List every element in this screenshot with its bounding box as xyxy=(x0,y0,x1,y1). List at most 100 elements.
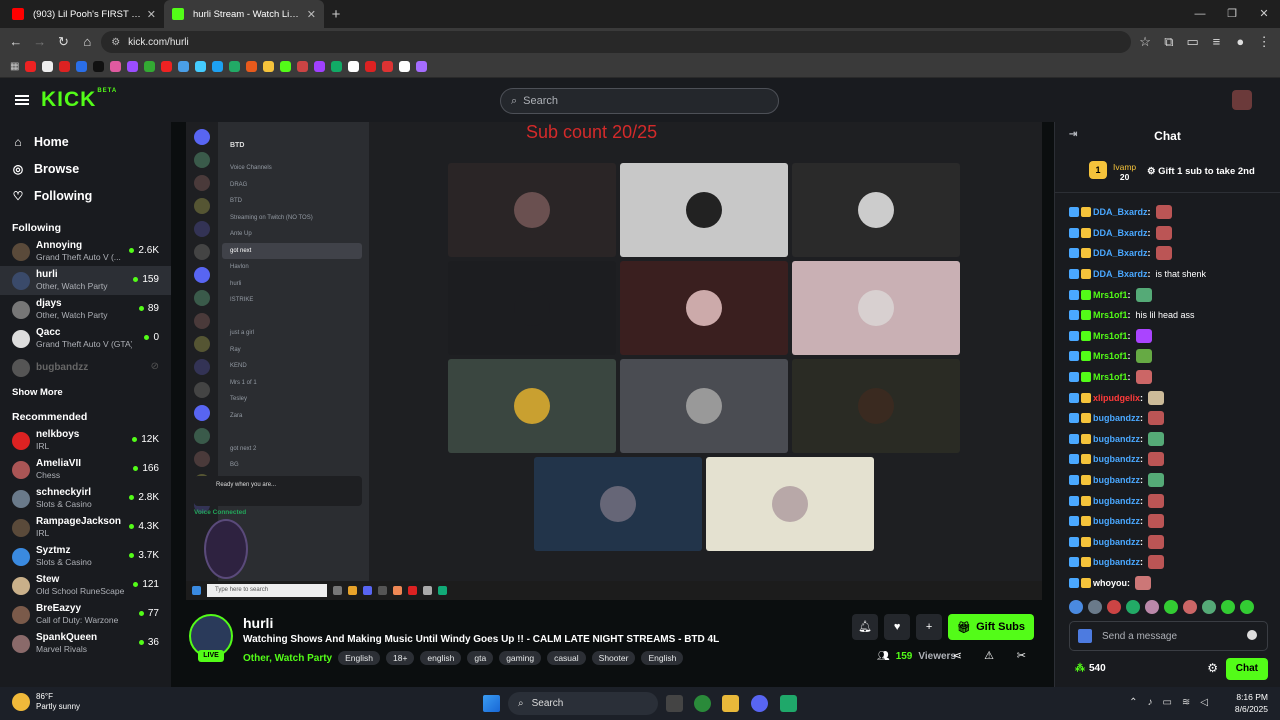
site-info-icon[interactable]: ⚙ xyxy=(111,37,120,48)
stream-tag[interactable]: gta xyxy=(467,651,494,665)
home-browser-icon[interactable]: ⌂ xyxy=(77,31,97,53)
stream-tag[interactable]: 18+ xyxy=(386,651,415,665)
reload-icon[interactable]: ↻ xyxy=(54,31,74,53)
kick-emote-icon[interactable] xyxy=(1078,629,1092,643)
bookmark-icon[interactable] xyxy=(365,61,377,72)
minimize-button[interactable]: — xyxy=(1184,0,1216,28)
bookmark-icon[interactable] xyxy=(297,61,309,72)
channel-points[interactable]: ⁂ 540 xyxy=(1075,663,1106,674)
forward-icon[interactable]: → xyxy=(30,31,50,53)
chat-username[interactable]: DDA_Bxardz: xyxy=(1093,228,1151,238)
sidebar-channel[interactable]: Qacc Grand Theft Auto V (GTA) 0 xyxy=(0,324,171,353)
clip-icon[interactable]: ✂ xyxy=(1017,649,1026,662)
kick-logo[interactable]: KICKBETA xyxy=(41,88,117,112)
new-tab-button[interactable]: + xyxy=(324,6,348,23)
nav-browse[interactable]: ◎ Browse xyxy=(0,155,171,182)
channel-name[interactable]: hurli xyxy=(243,615,273,631)
chat-username[interactable]: Mrs1of1: xyxy=(1093,290,1131,300)
sidebar-channel[interactable]: bugbandzz ⊘ xyxy=(0,353,171,382)
follow-heart-button[interactable]: ♥ xyxy=(884,614,911,640)
bookmark-icon[interactable] xyxy=(348,61,360,72)
sidebar-channel[interactable]: RampageJackson IRL 4.3K xyxy=(0,513,171,542)
browser-tab[interactable]: (903) Lil Pooh's FIRST DAY on W ✕ xyxy=(4,0,164,28)
sidebar-channel[interactable]: nelkboys IRL 12K xyxy=(0,426,171,455)
sidebar-channel[interactable]: SpankQueen Marvel Rivals 36 xyxy=(0,629,171,658)
extensions-icon[interactable]: ⧉ xyxy=(1159,31,1179,53)
chat-username[interactable]: bugbandzz: xyxy=(1093,434,1143,444)
bookmark-icon[interactable] xyxy=(93,61,105,72)
clock[interactable]: 8:16 PM 8/6/2025 xyxy=(1235,691,1268,715)
send-chat-button[interactable]: Chat xyxy=(1225,658,1268,680)
chat-username[interactable]: xlipudgelix: xyxy=(1093,393,1143,403)
bookmark-icon[interactable] xyxy=(110,61,122,72)
chat-username[interactable]: Mrs1of1: xyxy=(1093,351,1131,361)
chat-username[interactable]: bugbandzz: xyxy=(1093,557,1143,567)
stream-tag[interactable]: casual xyxy=(547,651,586,665)
add-button[interactable]: + xyxy=(916,614,943,640)
bookmark-star-icon[interactable]: ☆ xyxy=(1135,31,1155,53)
chat-username[interactable]: whoyou: xyxy=(1093,578,1130,588)
bookmark-icon[interactable] xyxy=(280,61,292,72)
close-tab-icon[interactable]: ✕ xyxy=(147,8,156,21)
chat-username[interactable]: DDA_Bxardz: xyxy=(1093,269,1151,279)
close-window-button[interactable]: ✕ xyxy=(1248,0,1280,28)
stream-category[interactable]: Other, Watch Party xyxy=(243,653,332,664)
address-bar[interactable]: ⚙ kick.com/hurli xyxy=(101,31,1132,53)
notification-bell-button[interactable]: 🔔︎ xyxy=(852,614,879,640)
bookmark-icon[interactable] xyxy=(25,61,37,72)
taskbar-search[interactable]: ⌕ Search xyxy=(508,692,658,715)
chat-username[interactable]: bugbandzz: xyxy=(1093,475,1143,485)
wifi-icon[interactable]: ≋ xyxy=(1182,697,1190,708)
bookmark-icon[interactable] xyxy=(229,61,241,72)
sidebar-channel[interactable]: Syztmz Slots & Casino 3.7K xyxy=(0,542,171,571)
sidebar-channel[interactable]: AmeliaVII Chess 166 xyxy=(0,455,171,484)
task-view-icon[interactable] xyxy=(666,695,683,712)
monitor-icon[interactable]: ▭ xyxy=(1162,697,1171,708)
search-input[interactable]: ⌕ Search xyxy=(500,88,779,114)
back-icon[interactable]: ← xyxy=(6,31,26,53)
gift-subs-button[interactable]: 🎁︎ Gift Subs xyxy=(948,614,1034,640)
bookmark-icon[interactable] xyxy=(246,61,258,72)
stream-tag[interactable]: Shooter xyxy=(591,651,636,665)
file-explorer-icon[interactable] xyxy=(722,695,739,712)
chat-username[interactable]: Mrs1of1: xyxy=(1093,310,1131,320)
chat-username[interactable]: DDA_Bxardz: xyxy=(1093,207,1151,217)
nav-home[interactable]: ⌂ Home xyxy=(0,128,171,155)
share-icon[interactable]: ⋖ xyxy=(953,649,962,662)
bookmark-icon[interactable] xyxy=(263,61,275,72)
discord-icon[interactable] xyxy=(751,695,768,712)
chat-settings-icon[interactable]: ⚙ xyxy=(1207,661,1218,675)
bookmark-icon[interactable] xyxy=(42,61,54,72)
volume-icon[interactable]: ◁ xyxy=(1200,697,1208,708)
emoji-picker-icon[interactable] xyxy=(1247,630,1257,640)
chat-username[interactable]: bugbandzz: xyxy=(1093,413,1143,423)
sidebar-channel[interactable]: djays Other, Watch Party 89 xyxy=(0,295,171,324)
bookmark-icon[interactable] xyxy=(331,61,343,72)
profile-icon[interactable]: ● xyxy=(1230,31,1250,53)
bookmark-icon[interactable] xyxy=(161,61,173,72)
report-icon[interactable]: ⚠ xyxy=(984,649,994,662)
chat-username[interactable]: Mrs1of1: xyxy=(1093,331,1131,341)
bookmark-icon[interactable] xyxy=(314,61,326,72)
bookmark-icon[interactable] xyxy=(195,61,207,72)
sidebar-channel[interactable]: schneckyirl Slots & Casino 2.8K xyxy=(0,484,171,513)
weather-widget[interactable]: 86°F Partly sunny xyxy=(12,692,80,712)
close-tab-icon[interactable]: ✕ xyxy=(307,8,316,21)
stream-tag[interactable]: English xyxy=(338,651,380,665)
media-icon[interactable]: ≡ xyxy=(1207,31,1227,53)
stream-tag[interactable]: English xyxy=(641,651,684,665)
chat-username[interactable]: DDA_Bxardz: xyxy=(1093,248,1151,258)
cast-icon[interactable]: ▭ xyxy=(1183,31,1203,53)
chat-username[interactable]: bugbandzz: xyxy=(1093,537,1143,547)
chat-input[interactable]: Send a message xyxy=(1069,621,1268,651)
bookmark-icon[interactable] xyxy=(212,61,224,72)
hamburger-menu-icon[interactable] xyxy=(15,95,29,105)
sidebar-channel[interactable]: hurli Other, Watch Party 159 xyxy=(0,266,171,295)
bookmark-icon[interactable] xyxy=(416,61,428,72)
browser-tab[interactable]: hurli Stream - Watch Live o ✕ xyxy=(164,0,324,28)
chat-username[interactable]: Mrs1of1: xyxy=(1093,372,1131,382)
sidebar-channel[interactable]: BreEazyy Call of Duty: Warzone 77 xyxy=(0,600,171,629)
bookmark-icon[interactable] xyxy=(144,61,156,72)
stream-tag[interactable]: gaming xyxy=(499,651,542,665)
nav-following[interactable]: ♡ Following xyxy=(0,182,171,209)
